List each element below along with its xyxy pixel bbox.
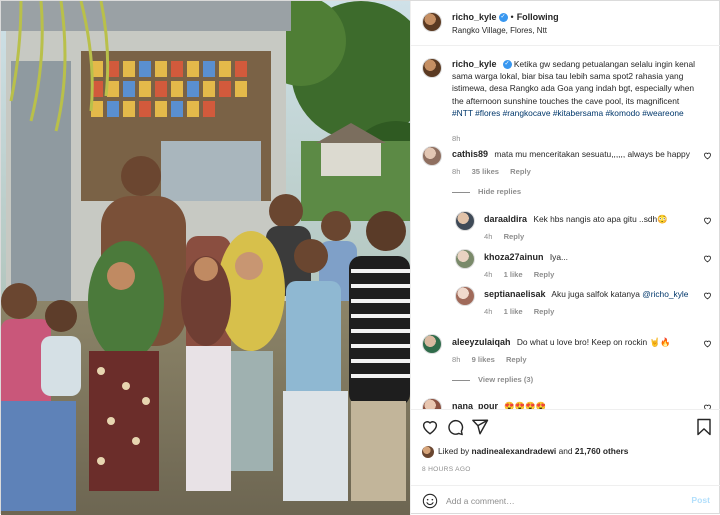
instagram-post: richo_kyle ✓ • Following Rangko Village, Fl…: [0, 0, 720, 515]
reply-button[interactable]: Reply: [534, 307, 555, 316]
location-link[interactable]: Rangko Village, Flores, Ntt: [452, 26, 547, 35]
reply-username[interactable]: khoza27ainun: [484, 252, 544, 262]
comment-meta: 8h 9 likes Reply: [452, 355, 536, 364]
reply-button[interactable]: Reply: [504, 232, 525, 241]
following-button[interactable]: Following: [517, 12, 559, 22]
reply-meta: 4h 1 like Reply: [484, 307, 563, 316]
hide-replies-button[interactable]: Hide replies: [452, 187, 521, 196]
divider-line: [452, 379, 470, 381]
reply-time: 4h: [484, 307, 493, 316]
reply-heart-icon[interactable]: [703, 291, 712, 300]
reply-username[interactable]: septianaelisak: [484, 289, 546, 299]
replier-avatar[interactable]: [455, 286, 475, 306]
post-timestamp[interactable]: 8 HOURS AGO: [422, 466, 471, 473]
verified-badge-icon: ✓: [502, 60, 512, 70]
reply-text-block: septianaelisak Aku juga salfok katanya @…: [484, 288, 699, 300]
liker-avatar[interactable]: [422, 446, 434, 458]
reply-time: 4h: [484, 232, 493, 241]
reply-username[interactable]: daraaldira: [484, 214, 527, 224]
reply-time: 4h: [484, 270, 493, 279]
add-comment-bar: Post: [411, 485, 720, 515]
reply-mention[interactable]: @richo_kyle: [642, 289, 688, 299]
reply-button[interactable]: Reply: [534, 270, 555, 279]
comment-username[interactable]: cathis89: [452, 149, 488, 159]
heart-icon[interactable]: [421, 418, 439, 436]
commenter-avatar[interactable]: [422, 146, 442, 166]
reply-button[interactable]: Reply: [510, 167, 531, 176]
replier-avatar[interactable]: [455, 249, 475, 269]
comment-meta: 8h 35 likes Reply: [452, 167, 540, 176]
liked-by-and: and: [558, 446, 573, 457]
reply-heart-icon[interactable]: [703, 254, 712, 263]
comment-text-block: nana_pour 😍😍😍😍: [452, 400, 700, 409]
reply-text: Kek hbs nangis ato apa gitu ..sdh😳: [533, 214, 668, 224]
bookmark-icon[interactable]: [695, 418, 713, 436]
divider-line: [452, 191, 470, 193]
comment-input[interactable]: [446, 494, 676, 508]
author-avatar[interactable]: [422, 12, 442, 32]
photo-illustration: [1, 1, 410, 515]
hide-replies-label: Hide replies: [478, 187, 522, 196]
reply-likes[interactable]: 1 like: [504, 307, 523, 316]
comment-text-block: aleeyzulaiqah Do what u love bro! Keep o…: [452, 336, 700, 348]
view-replies-label: View replies (3): [478, 375, 534, 384]
comment-icon[interactable]: [446, 418, 464, 436]
author-line: richo_kyle ✓ • Following: [452, 12, 559, 23]
comment-heart-icon[interactable]: [703, 339, 712, 348]
reply-text-block: khoza27ainun Iya...: [484, 251, 699, 263]
liked-by-others[interactable]: 21,760 others: [575, 446, 629, 456]
comment-text-block: cathis89 mata mu menceritakan sesuatu,,,…: [452, 148, 700, 160]
reply-heart-icon[interactable]: [703, 216, 712, 225]
commenter-avatar[interactable]: [422, 334, 442, 354]
author-username[interactable]: richo_kyle: [452, 12, 497, 22]
post-actions: Liked by nadinealexandradewi and 21,760 …: [411, 409, 720, 485]
verified-badge-icon: ✓: [498, 13, 508, 23]
reply-text: Iya...: [549, 252, 568, 262]
comment-text: Do what u love bro! Keep on rockin 🤘🔥: [516, 337, 671, 347]
comment-username[interactable]: nana_pour: [452, 401, 498, 409]
liked-by-user[interactable]: nadinealexandradewi: [472, 446, 557, 456]
reply-text: Aku juga salfok katanya: [551, 289, 640, 299]
comments-list[interactable]: richo_kyle ✓ Ketika gw sedang petualangan…: [411, 46, 720, 409]
replier-avatar[interactable]: [455, 211, 475, 231]
post-details-panel: richo_kyle ✓ • Following Rangko Village, Fl…: [410, 1, 720, 515]
reply-meta: 4h 1 like Reply: [484, 270, 563, 279]
comment-likes[interactable]: 35 likes: [472, 167, 499, 176]
comment-time: 8h: [452, 167, 461, 176]
caption-time: 8h: [452, 134, 461, 143]
comment-text: mata mu menceritakan sesuatu,,,,,, alway…: [494, 149, 690, 159]
reply-button[interactable]: Reply: [506, 355, 527, 364]
post-photo[interactable]: [1, 1, 410, 515]
caption-hashtags[interactable]: #NTT #flores #rangkocave #kitabersama #k…: [452, 108, 684, 118]
view-replies-button[interactable]: View replies (3): [452, 375, 533, 384]
liked-by: Liked by nadinealexandradewi and 21,760 …: [422, 446, 628, 458]
comment-text: 😍😍😍😍: [504, 401, 547, 409]
emoji-icon[interactable]: [422, 493, 438, 509]
post-header: richo_kyle ✓ • Following Rangko Village, Fl…: [411, 1, 720, 46]
caption-text-block: richo_kyle ✓ Ketika gw sedang petualangan…: [452, 58, 700, 119]
separator-dot: •: [510, 12, 514, 22]
comment-heart-icon[interactable]: [703, 151, 712, 160]
reply-meta: 4h Reply: [484, 232, 533, 241]
caption-username[interactable]: richo_kyle: [452, 59, 497, 69]
post-comment-button[interactable]: Post: [691, 495, 710, 505]
commenter-avatar[interactable]: [422, 398, 442, 409]
reply-text-block: daraaldira Kek hbs nangis ato apa gitu .…: [484, 213, 699, 225]
comment-username[interactable]: aleeyzulaiqah: [452, 337, 511, 347]
reply-likes[interactable]: 1 like: [504, 270, 523, 279]
comment-time: 8h: [452, 355, 461, 364]
comment-likes[interactable]: 9 likes: [472, 355, 495, 364]
caption-avatar[interactable]: [422, 58, 442, 78]
liked-by-prefix: Liked by: [438, 446, 470, 457]
caption-meta: 8h: [452, 134, 469, 143]
share-icon[interactable]: [471, 418, 489, 436]
